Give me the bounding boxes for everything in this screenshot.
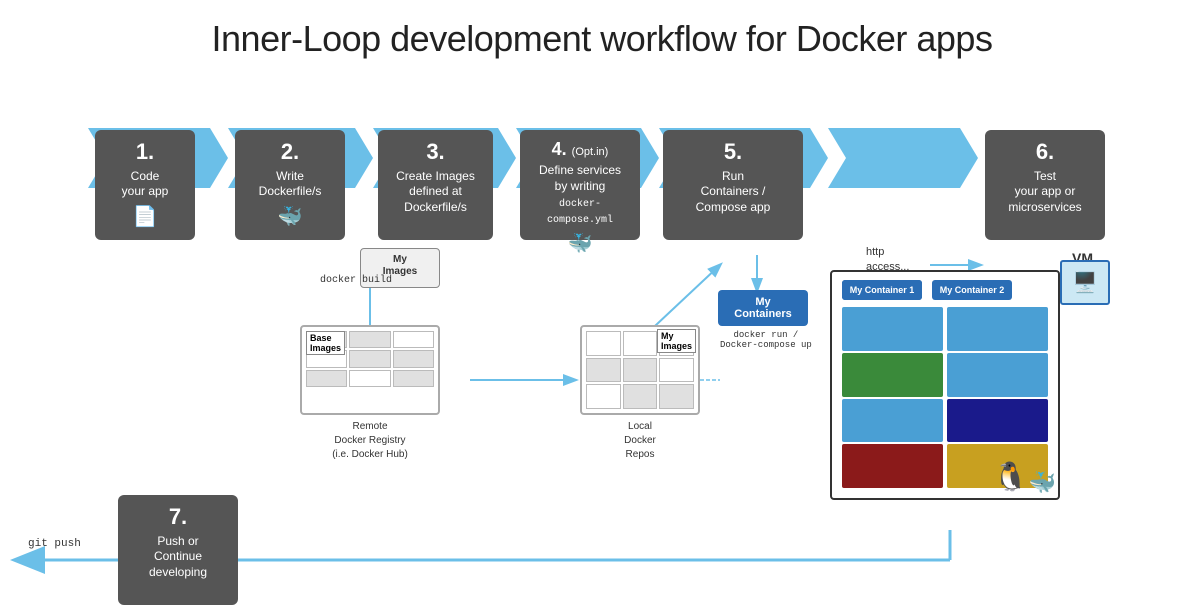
step2-number: 2.	[241, 138, 339, 167]
step6-box: 6. Testyour app ormicroservices	[985, 130, 1105, 240]
step2-box: 2. WriteDockerfile/s 🐳	[235, 130, 345, 240]
step3-box: 3. Create Imagesdefined atDockerfile/s	[378, 130, 493, 240]
git-push-label: git push	[28, 538, 81, 550]
local-repos-box: MyImages	[580, 325, 700, 415]
step3-number: 3.	[384, 138, 487, 167]
http-access-label: httpaccess...	[866, 245, 909, 276]
step4-label: Define servicesby writingdocker-compose.…	[526, 163, 634, 226]
step7-number: 7.	[124, 503, 232, 532]
step4-number: 4. (Opt.in)	[526, 138, 634, 161]
docker-icon: 🐳	[1029, 470, 1056, 496]
container2-label: My Container 2	[940, 285, 1005, 295]
step1-box: 1. Codeyour app 📄	[95, 130, 195, 240]
remote-registry-label: RemoteDocker Registry(i.e. Docker Hub)	[290, 420, 450, 462]
step5-number: 5.	[669, 138, 797, 167]
my-images-label: MyImages	[383, 254, 417, 277]
page-container: Inner-Loop development workflow for Dock…	[0, 0, 1204, 591]
container1-label: My Container 1	[850, 285, 915, 295]
local-repos-label: LocalDockerRepos	[575, 420, 705, 462]
step7-box: 7. Push orContinuedeveloping	[118, 495, 238, 605]
step3-label: Create Imagesdefined atDockerfile/s	[384, 169, 487, 216]
step1-number: 1.	[101, 138, 189, 167]
vm-container-box: My My Container 1 My Container 2	[830, 270, 1060, 500]
step6-label: Testyour app ormicroservices	[991, 169, 1099, 216]
step4-icon: 🐳	[526, 231, 634, 257]
step6-number: 6.	[991, 138, 1099, 167]
step5-label: RunContainers /Compose app	[669, 169, 797, 216]
step4-box: 4. (Opt.in) Define servicesby writingdoc…	[520, 130, 640, 240]
my-containers-label: MyContainers	[734, 296, 791, 320]
step5-box: 5. RunContainers /Compose app	[663, 130, 803, 240]
penguin-icon: 🐧	[993, 460, 1028, 493]
step2-label: WriteDockerfile/s	[241, 169, 339, 200]
step1-label: Codeyour app	[101, 169, 189, 200]
step2-icon: 🐳	[241, 204, 339, 230]
docker-run-label: docker run /Docker-compose up	[720, 330, 812, 350]
my-containers-box: MyContainers	[718, 290, 808, 326]
diagram-area: 1. Codeyour app 📄 2. WriteDockerfile/s 🐳…	[0, 70, 1204, 580]
step1-icon: 📄	[101, 204, 189, 230]
page-title: Inner-Loop development workflow for Dock…	[0, 0, 1204, 70]
vm-monitor-icon: 🖥️	[1060, 260, 1110, 305]
step7-label: Push orContinuedeveloping	[124, 534, 232, 581]
remote-registry-box: BaseImages	[300, 325, 440, 415]
docker-build-label: docker build	[320, 275, 392, 286]
